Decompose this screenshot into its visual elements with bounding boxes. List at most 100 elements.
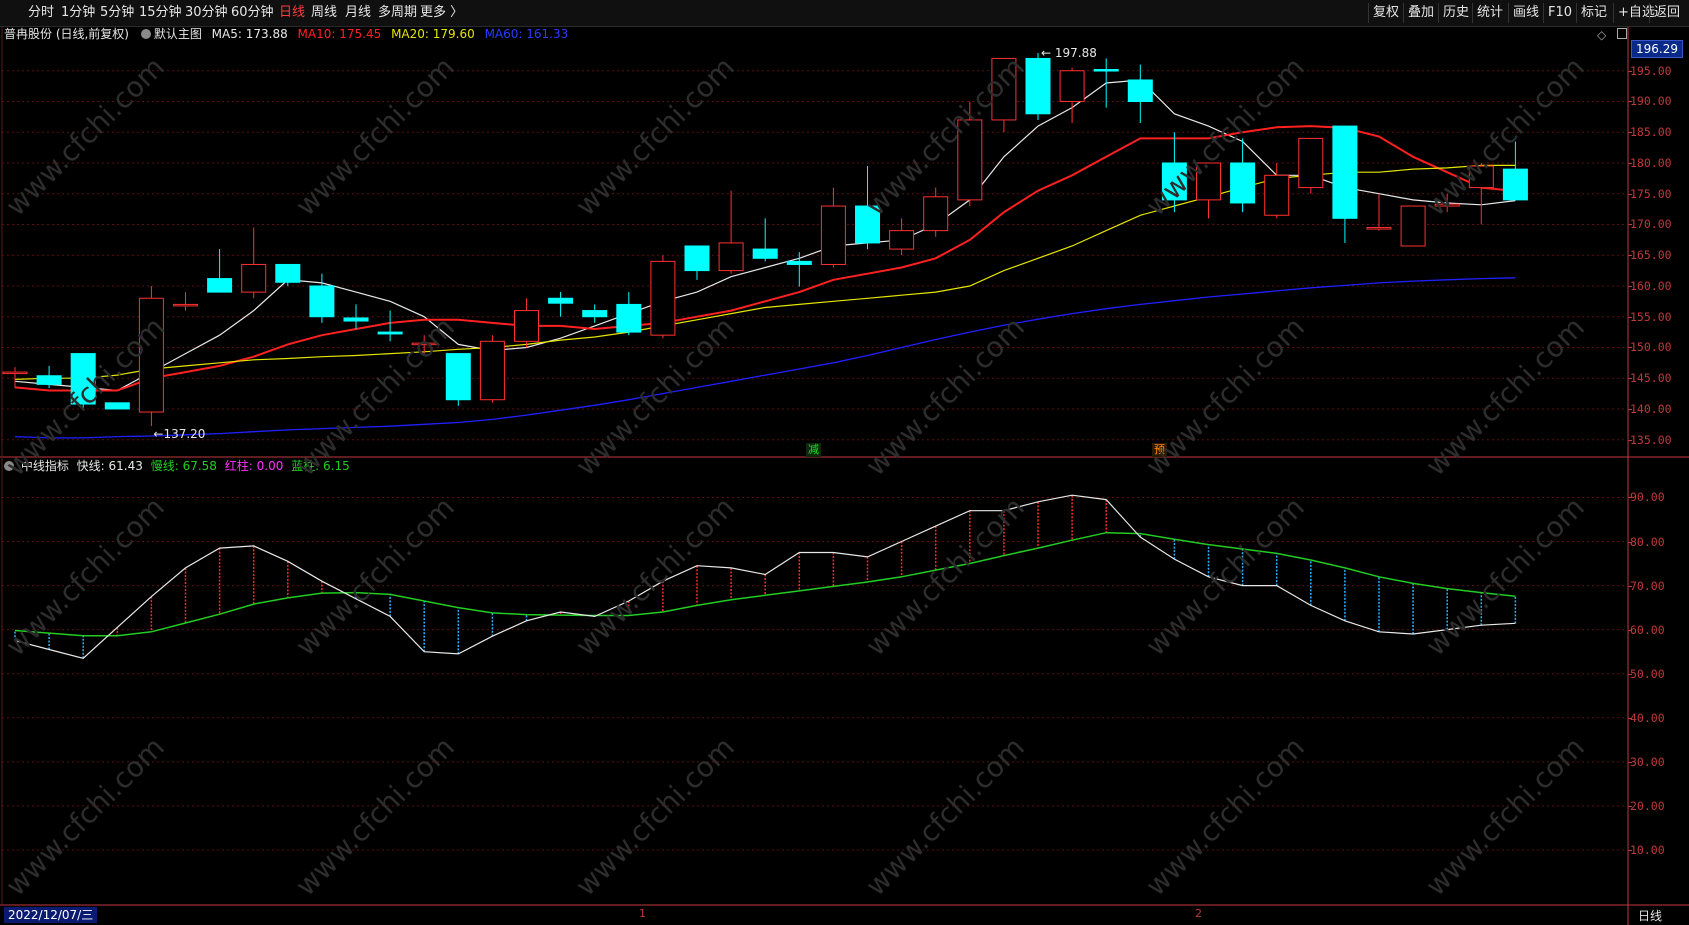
period-tab-9[interactable]: 多周期 <box>378 4 417 22</box>
toolbar-button-2[interactable]: 历史 <box>1438 3 1473 23</box>
sub-axis-label-7-tick <box>1628 805 1632 807</box>
toolbar-button-8[interactable]: 返回 <box>1649 3 1684 23</box>
candle-body-44 <box>1502 168 1528 201</box>
candle-body-39 <box>1332 125 1358 219</box>
sub-axis-label-5: 40.00 <box>1630 710 1665 725</box>
red-bar-value: 红柱: 0.00 <box>224 459 284 473</box>
main-axis-label-4: 175.00 <box>1630 186 1672 201</box>
main-axis-label-0-tick <box>1628 70 1632 72</box>
period-tab-2[interactable]: 5分钟 <box>100 4 134 22</box>
period-tab-6[interactable]: 日线 <box>279 4 305 22</box>
candle-body-1 <box>36 375 62 385</box>
main-axis-label-6-tick <box>1628 255 1632 257</box>
period-tab-8[interactable]: 月线 <box>345 4 371 22</box>
fast-line-value: 快线: 61.43 <box>76 459 143 473</box>
candle-body-9 <box>309 285 335 318</box>
candle-body-3 <box>104 402 130 410</box>
sub-axis-label-0-tick <box>1628 497 1632 499</box>
period-tab-0[interactable]: 分时 <box>28 4 54 22</box>
sub-axis-label-0: 90.00 <box>1630 490 1665 505</box>
tag-reduce[interactable]: 减 <box>806 443 821 457</box>
candle-body-8 <box>275 263 301 283</box>
month-marker-1: 1 <box>639 907 646 920</box>
main-axis-label-10: 145.00 <box>1630 371 1672 386</box>
sub-axis-label-7: 20.00 <box>1630 798 1665 813</box>
candle-body-18 <box>616 303 642 333</box>
main-axis-label-7-tick <box>1628 285 1632 287</box>
main-axis-label-9-tick <box>1628 347 1632 349</box>
sub-axis-label-1: 80.00 <box>1630 534 1665 549</box>
main-axis-label-9: 150.00 <box>1630 340 1672 355</box>
main-axis-label-11-tick <box>1628 408 1632 410</box>
candle-body-30 <box>1025 57 1051 115</box>
main-axis-label-4-tick <box>1628 193 1632 195</box>
main-axis-label-6: 165.00 <box>1630 248 1672 263</box>
high-price-label: ← 197.88 <box>1041 46 1097 60</box>
candle-body-41 <box>1400 205 1426 247</box>
period-tab-10[interactable]: 更多 〉 <box>420 4 463 22</box>
main-axis-label-8-tick <box>1628 316 1632 318</box>
candle-body-14 <box>479 340 505 401</box>
sub-axis-label-3: 60.00 <box>1630 622 1665 637</box>
main-axis-label-10-tick <box>1628 378 1632 380</box>
candle-body-15 <box>514 310 539 342</box>
main-axis-label-12-tick <box>1628 439 1632 441</box>
sub-axis-label-4: 50.00 <box>1630 666 1665 681</box>
template-label: 默认主图 <box>153 27 202 41</box>
main-axis-label-0: 195.00 <box>1630 63 1672 78</box>
period-tab-4[interactable]: 30分钟 <box>185 4 228 22</box>
candle-body-17 <box>582 310 608 318</box>
candle-body-33 <box>1127 79 1153 102</box>
main-axis-label-11: 140.00 <box>1630 401 1672 416</box>
ma20-value: MA20: 179.60 <box>391 27 475 41</box>
month-marker-2: 2 <box>1195 907 1202 920</box>
ma5-value: MA5: 173.88 <box>211 27 288 41</box>
period-label[interactable]: 日线 <box>1638 907 1662 924</box>
main-axis-label-8: 155.00 <box>1630 309 1672 324</box>
candle-body-11 <box>377 331 403 335</box>
sub-axis-label-6: 30.00 <box>1630 754 1665 769</box>
candle-body-23 <box>786 260 812 265</box>
main-chart-info: 普冉股份 (日线,前复权) 默认主图 MA5: 173.88 MA10: 175… <box>4 26 568 42</box>
ma10-value: MA10: 175.45 <box>297 27 382 41</box>
sub-axis-label-2: 70.00 <box>1630 578 1665 593</box>
main-axis-label-1: 190.00 <box>1630 94 1672 109</box>
toolbar-button-0[interactable]: 复权 <box>1368 3 1403 23</box>
candle-body-22 <box>752 248 778 259</box>
toolbar-button-6[interactable]: 标记 <box>1576 3 1611 23</box>
candle-body-16 <box>548 297 574 304</box>
candle-body-32 <box>1093 69 1119 72</box>
main-axis-label-5-tick <box>1628 224 1632 226</box>
current-price-tag: 196.29 <box>1631 40 1683 58</box>
toolbar-button-4[interactable]: 画线 <box>1508 3 1543 23</box>
period-tab-7[interactable]: 周线 <box>311 4 337 22</box>
sub-axis-label-2-tick <box>1628 585 1632 587</box>
candle-body-40 <box>1366 227 1392 230</box>
toolbar-button-5[interactable]: F10 <box>1543 3 1576 23</box>
main-axis-label-1-tick <box>1628 101 1632 103</box>
toolbar-button-3[interactable]: 统计 <box>1472 3 1507 23</box>
period-tab-5[interactable]: 60分钟 <box>231 4 274 22</box>
candle-body-31 <box>1059 70 1085 102</box>
sub-axis-label-8: 10.00 <box>1630 842 1665 857</box>
sub-axis-label-3-tick <box>1628 629 1632 631</box>
main-axis-label-2-tick <box>1628 132 1632 134</box>
sub-axis-label-4-tick <box>1628 673 1632 675</box>
ma60-value: MA60: 161.33 <box>484 27 569 41</box>
candle-body-38 <box>1298 137 1324 189</box>
template-selector[interactable]: 默认主图 <box>140 27 202 41</box>
candle-body-13 <box>445 353 471 401</box>
toolbar-button-1[interactable]: 叠加 <box>1403 3 1438 23</box>
stock-title[interactable]: 普冉股份 (日线,前复权) <box>4 27 129 41</box>
period-tab-3[interactable]: 15分钟 <box>139 4 182 22</box>
main-axis-label-3: 180.00 <box>1630 155 1672 170</box>
main-axis-label-2: 185.00 <box>1630 125 1672 140</box>
sub-axis-label-6-tick <box>1628 761 1632 763</box>
sub-axis-label-8-tick <box>1628 849 1632 851</box>
period-tab-1[interactable]: 1分钟 <box>61 4 95 22</box>
toolbar: 分时 1分钟 5分钟 15分钟 30分钟 60分钟 日线 周线 月线 多周期 更多 〉 复权 叠加 历史… <box>0 0 1689 27</box>
dropdown-circle-icon <box>140 29 151 39</box>
restore-window-icon[interactable] <box>1617 28 1627 39</box>
slow-line-value: 慢线: 67.58 <box>150 459 217 473</box>
diamond-icon[interactable]: ◇ <box>1597 28 1606 42</box>
